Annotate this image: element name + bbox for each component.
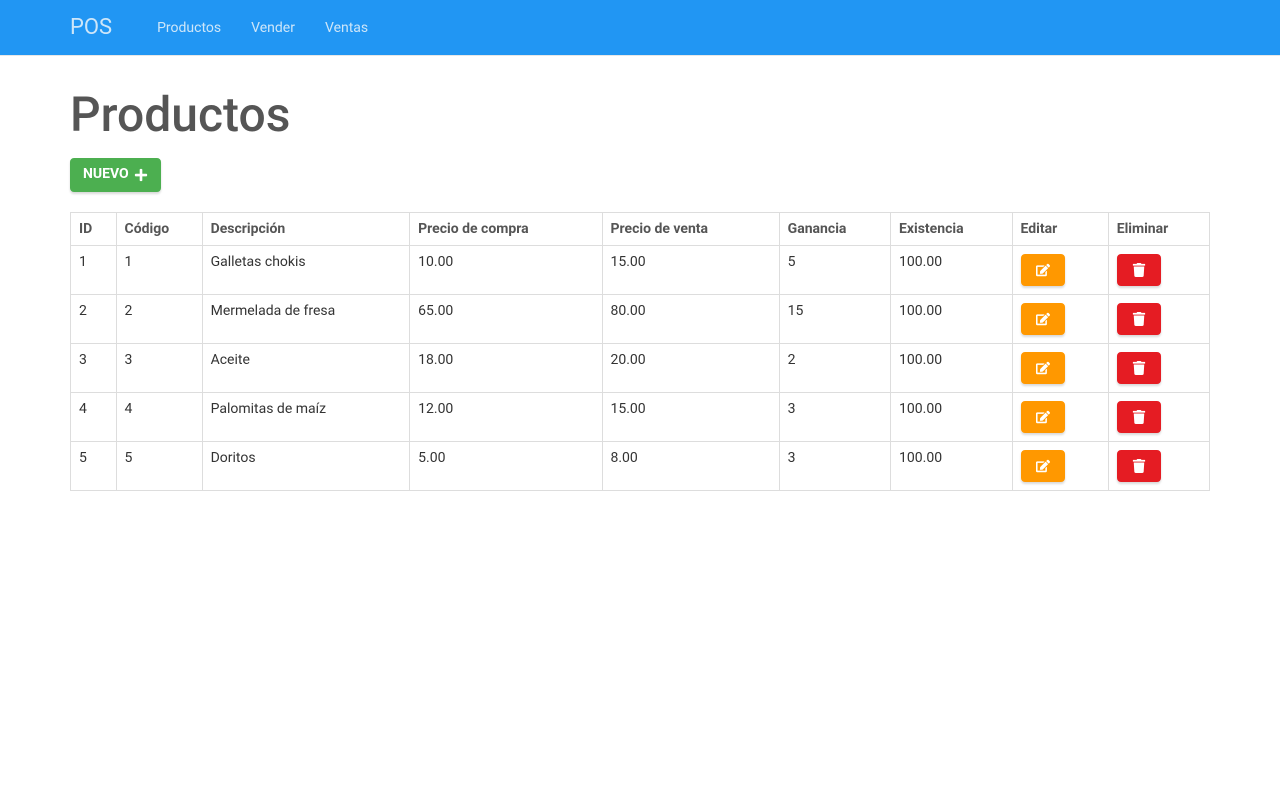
table-row: 11Galletas chokis10.0015.005100.00	[71, 245, 1210, 294]
edit-button[interactable]	[1021, 352, 1065, 384]
plus-icon	[134, 168, 148, 182]
table-row: 33Aceite18.0020.002100.00	[71, 343, 1210, 392]
cell-precio-venta: 8.00	[602, 441, 779, 490]
navbar-nav: Productos Vender Ventas	[142, 5, 383, 51]
edit-icon	[1036, 459, 1050, 473]
delete-button[interactable]	[1117, 401, 1161, 433]
cell-descripcion: Doritos	[202, 441, 410, 490]
delete-button[interactable]	[1117, 450, 1161, 482]
cell-precio-venta: 15.00	[602, 245, 779, 294]
edit-icon	[1036, 410, 1050, 424]
trash-icon	[1132, 312, 1146, 326]
trash-icon	[1132, 361, 1146, 375]
header-editar: Editar	[1012, 212, 1108, 245]
page-title: Productos	[70, 86, 1210, 143]
cell-codigo: 4	[116, 392, 202, 441]
edit-icon	[1036, 361, 1050, 375]
cell-eliminar	[1108, 441, 1209, 490]
delete-button[interactable]	[1117, 352, 1161, 384]
cell-ganancia: 2	[779, 343, 890, 392]
delete-button[interactable]	[1117, 254, 1161, 286]
trash-icon	[1132, 410, 1146, 424]
cell-precio-compra: 12.00	[410, 392, 602, 441]
edit-button[interactable]	[1021, 450, 1065, 482]
edit-button[interactable]	[1021, 254, 1065, 286]
table-row: 55Doritos5.008.003100.00	[71, 441, 1210, 490]
cell-descripcion: Aceite	[202, 343, 410, 392]
cell-descripcion: Galletas chokis	[202, 245, 410, 294]
cell-editar	[1012, 294, 1108, 343]
cell-precio-compra: 10.00	[410, 245, 602, 294]
cell-precio-compra: 5.00	[410, 441, 602, 490]
table-row: 22Mermelada de fresa65.0080.0015100.00	[71, 294, 1210, 343]
cell-editar	[1012, 441, 1108, 490]
cell-existencia: 100.00	[891, 343, 1012, 392]
products-table: ID Código Descripción Precio de compra P…	[70, 212, 1210, 491]
cell-id: 1	[71, 245, 117, 294]
cell-precio-venta: 80.00	[602, 294, 779, 343]
cell-eliminar	[1108, 294, 1209, 343]
header-id: ID	[71, 212, 117, 245]
cell-existencia: 100.00	[891, 294, 1012, 343]
edit-button[interactable]	[1021, 401, 1065, 433]
nav-link-productos[interactable]: Productos	[142, 5, 236, 51]
header-codigo: Código	[116, 212, 202, 245]
cell-precio-venta: 15.00	[602, 392, 779, 441]
nav-link-vender[interactable]: Vender	[236, 5, 310, 51]
cell-id: 2	[71, 294, 117, 343]
cell-precio-compra: 18.00	[410, 343, 602, 392]
cell-id: 4	[71, 392, 117, 441]
cell-descripcion: Palomitas de maíz	[202, 392, 410, 441]
cell-codigo: 5	[116, 441, 202, 490]
header-existencia: Existencia	[891, 212, 1012, 245]
cell-ganancia: 3	[779, 392, 890, 441]
cell-existencia: 100.00	[891, 245, 1012, 294]
cell-codigo: 3	[116, 343, 202, 392]
navbar-brand[interactable]: POS	[70, 0, 127, 55]
edit-button[interactable]	[1021, 303, 1065, 335]
cell-eliminar	[1108, 343, 1209, 392]
table-row: 44Palomitas de maíz12.0015.003100.00	[71, 392, 1210, 441]
new-product-button[interactable]: NUEVO	[70, 158, 161, 192]
cell-editar	[1012, 392, 1108, 441]
cell-existencia: 100.00	[891, 441, 1012, 490]
cell-eliminar	[1108, 245, 1209, 294]
cell-descripcion: Mermelada de fresa	[202, 294, 410, 343]
cell-codigo: 1	[116, 245, 202, 294]
trash-icon	[1132, 459, 1146, 473]
header-precio-venta: Precio de venta	[602, 212, 779, 245]
navbar: POS Productos Vender Ventas	[0, 0, 1280, 56]
cell-id: 3	[71, 343, 117, 392]
cell-ganancia: 15	[779, 294, 890, 343]
edit-icon	[1036, 263, 1050, 277]
delete-button[interactable]	[1117, 303, 1161, 335]
cell-id: 5	[71, 441, 117, 490]
trash-icon	[1132, 263, 1146, 277]
cell-ganancia: 5	[779, 245, 890, 294]
header-precio-compra: Precio de compra	[410, 212, 602, 245]
new-product-button-label: NUEVO	[83, 165, 129, 185]
cell-precio-compra: 65.00	[410, 294, 602, 343]
cell-codigo: 2	[116, 294, 202, 343]
cell-editar	[1012, 343, 1108, 392]
cell-eliminar	[1108, 392, 1209, 441]
cell-ganancia: 3	[779, 441, 890, 490]
edit-icon	[1036, 312, 1050, 326]
header-ganancia: Ganancia	[779, 212, 890, 245]
nav-link-ventas[interactable]: Ventas	[310, 5, 383, 51]
header-eliminar: Eliminar	[1108, 212, 1209, 245]
header-descripcion: Descripción	[202, 212, 410, 245]
table-header-row: ID Código Descripción Precio de compra P…	[71, 212, 1210, 245]
cell-existencia: 100.00	[891, 392, 1012, 441]
cell-editar	[1012, 245, 1108, 294]
cell-precio-venta: 20.00	[602, 343, 779, 392]
